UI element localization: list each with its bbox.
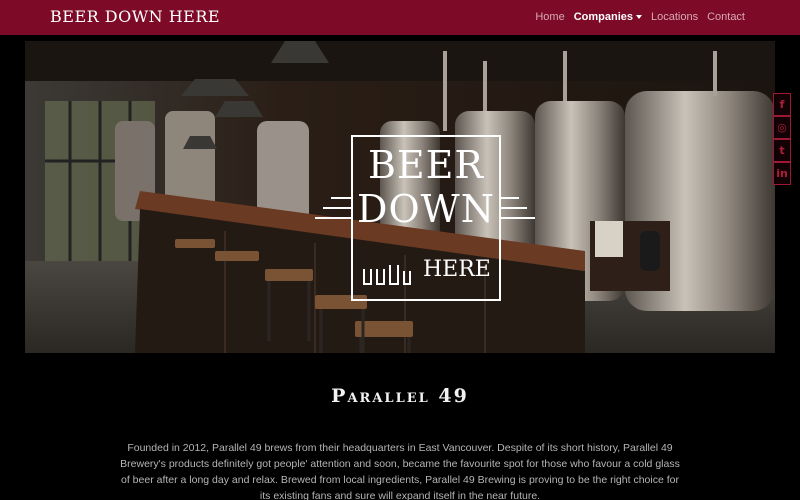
logo-stripe bbox=[323, 207, 351, 209]
beer-down-here-logo: BEER DOWN HERE bbox=[315, 135, 535, 301]
company-title: Parallel 49 bbox=[331, 385, 469, 407]
logo-stripe bbox=[331, 197, 351, 199]
caret-down-icon bbox=[635, 15, 642, 20]
logo-text-beer: BEER bbox=[367, 143, 484, 187]
linkedin-icon[interactable]: in bbox=[773, 162, 791, 185]
nav-locations[interactable]: Locations bbox=[651, 11, 698, 23]
social-links: f ◎ t in bbox=[773, 93, 791, 185]
nav-home[interactable]: Home bbox=[535, 11, 564, 23]
top-navbar: BEER DOWN HERE Home Companies Locations … bbox=[0, 0, 800, 35]
logo-stripe bbox=[501, 217, 535, 219]
nav-contact[interactable]: Contact bbox=[707, 11, 745, 23]
logo-stripe bbox=[501, 197, 519, 199]
brand-logo[interactable]: BEER DOWN HERE bbox=[50, 7, 220, 26]
company-description: Founded in 2012, Parallel 49 brews from … bbox=[120, 442, 680, 500]
logo-stripe bbox=[501, 207, 527, 209]
logo-stripe bbox=[315, 217, 351, 219]
facebook-icon[interactable]: f bbox=[773, 93, 791, 116]
beer-glasses-icon bbox=[363, 265, 411, 285]
logo-text-here: HERE bbox=[423, 257, 491, 282]
logo-text-down: DOWN bbox=[357, 187, 495, 231]
twitter-icon[interactable]: t bbox=[773, 139, 791, 162]
main-nav: Home Companies Locations Contact bbox=[535, 11, 745, 23]
nav-companies-label: Companies bbox=[573, 11, 633, 23]
instagram-icon[interactable]: ◎ bbox=[773, 116, 791, 139]
hero-image: BEER DOWN HERE bbox=[25, 41, 775, 353]
nav-companies[interactable]: Companies bbox=[574, 11, 642, 23]
